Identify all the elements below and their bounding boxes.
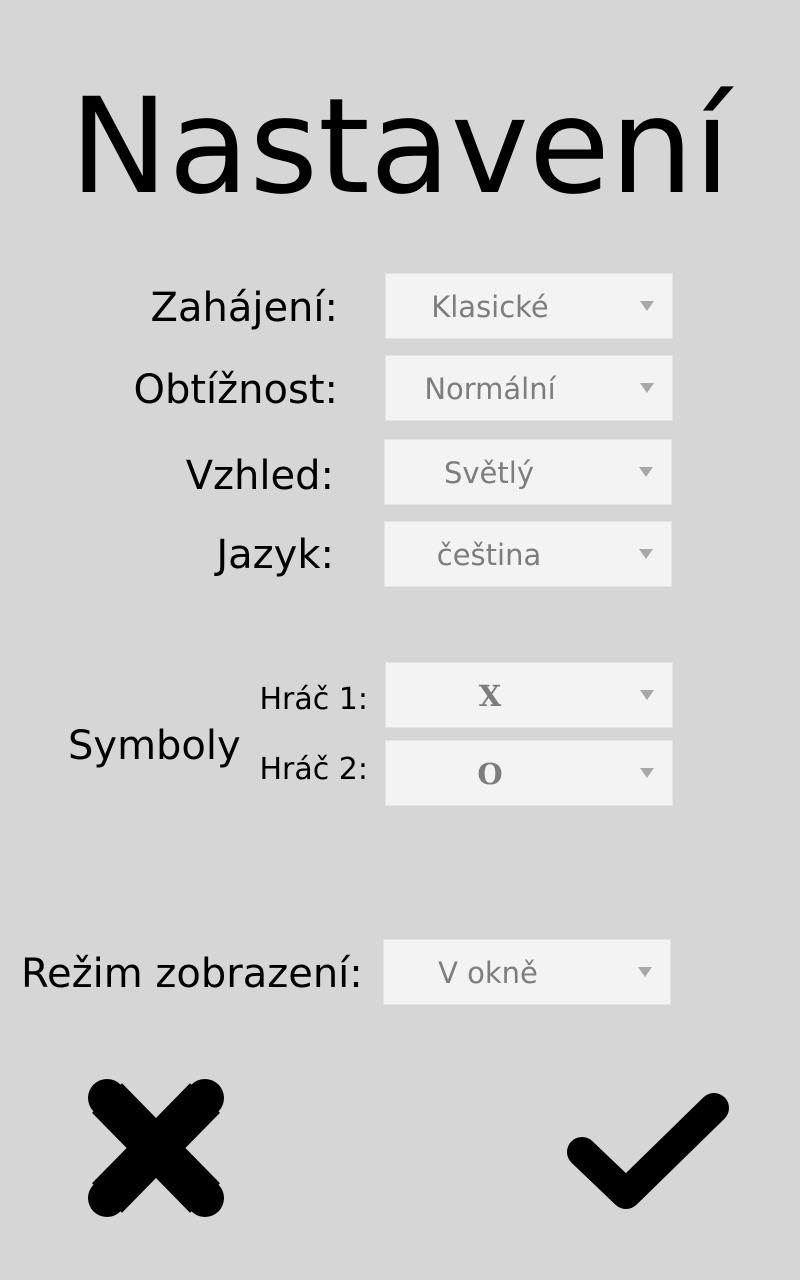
player2-symbol-select[interactable]: O [385,740,673,806]
language-label: Jazyk: [216,532,334,578]
difficulty-value: Normální [424,372,556,406]
language-value: čeština [436,538,542,572]
player2-label: Hráč 2: [259,752,368,787]
display-mode-select[interactable]: V okně [383,939,671,1005]
appearance-value: Světlý [443,456,534,490]
opening-select[interactable]: Klasické [385,273,673,339]
appearance-select[interactable]: Světlý [384,439,672,505]
cancel-button[interactable] [82,1076,230,1220]
dropdown-arrow-icon [639,467,653,477]
dropdown-arrow-icon [640,690,654,700]
dropdown-arrow-icon [640,383,654,393]
dropdown-arrow-icon [638,967,652,977]
checkmark-icon [567,1093,729,1209]
appearance-label: Vzhled: [185,453,334,499]
opening-label: Zahájení: [150,285,338,331]
dropdown-arrow-icon [640,301,654,311]
settings-screen: Nastavení Zahájení: Klasické Obtížnost: … [0,0,800,1280]
display-mode-label: Režim zobrazení: [21,951,363,997]
player1-symbol-select[interactable]: X [385,662,673,728]
opening-value: Klasické [431,290,549,324]
player2-symbol-o-icon: O [477,757,503,791]
symbols-label: Symboly [68,723,241,769]
player1-symbol-x-icon: X [478,679,502,713]
language-select[interactable]: čeština [384,521,672,587]
page-title: Nastavení [69,70,731,224]
close-icon [88,1079,224,1217]
dropdown-arrow-icon [640,768,654,778]
difficulty-select[interactable]: Normální [385,355,673,421]
dropdown-arrow-icon [639,549,653,559]
confirm-button[interactable] [566,1090,730,1214]
display-mode-value: V okně [438,956,538,990]
difficulty-label: Obtížnost: [133,367,339,413]
player1-label: Hráč 1: [259,682,368,717]
